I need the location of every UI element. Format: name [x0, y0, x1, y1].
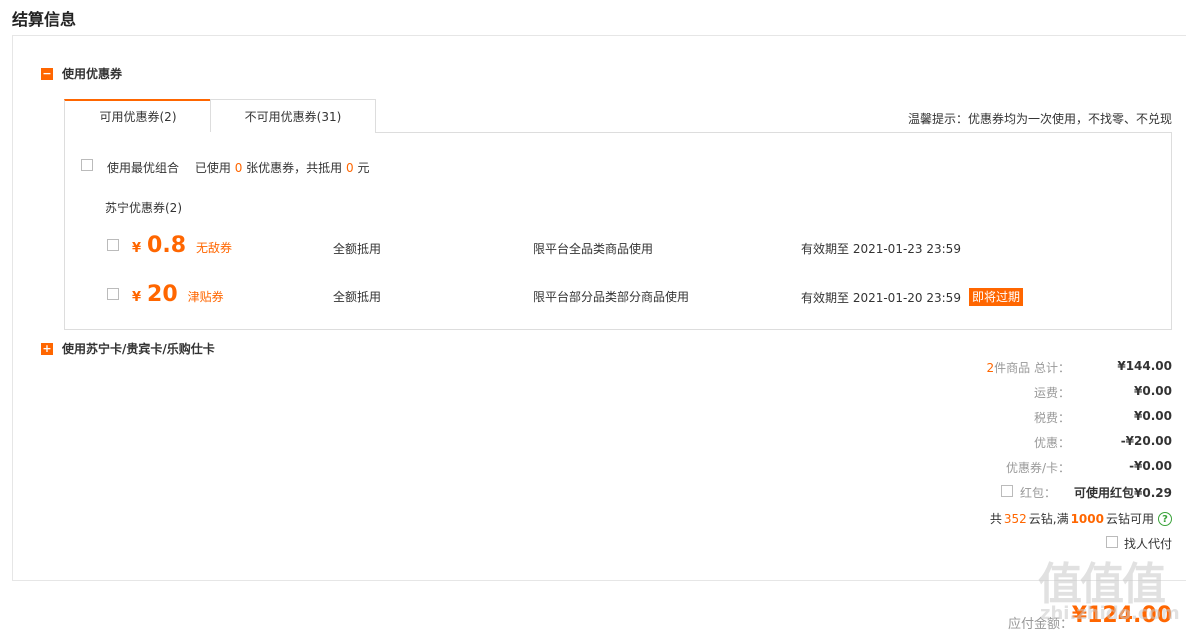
items-total-label: 2件商品 总计：	[850, 359, 1070, 376]
card-section-header[interactable]: + 使用苏宁卡/贵宾卡/乐购仕卡	[41, 340, 215, 357]
coupon-usage: 全额抵用	[333, 242, 382, 256]
discount-value: -¥20.00	[1120, 434, 1172, 448]
pay-for-me-checkbox[interactable]	[1106, 536, 1118, 548]
coupon-checkbox[interactable]	[107, 239, 119, 251]
coupon-card-label: 优惠券/卡：	[1005, 461, 1070, 475]
coupon-amount: ¥ 20 津贴券	[132, 282, 224, 307]
diamonds-row: 共 352 云钻,满 1000 云钻可用 ?	[990, 510, 1172, 527]
diamonds-suffix: 云钻可用	[1105, 512, 1154, 526]
used-prefix: 已使用	[194, 161, 231, 175]
coupon-section-title: 使用优惠券	[62, 67, 123, 81]
shipping-label: 运费：	[1033, 386, 1070, 400]
coupon-validity: 有效期至 2021-01-20 23:59	[801, 290, 961, 305]
tab-unavailable-coupons[interactable]: 不可用优惠券(31)	[210, 99, 376, 132]
expiring-badge: 即将过期	[968, 288, 1023, 306]
items-label: 件商品 总计：	[994, 361, 1070, 375]
coupon-group-title: 苏宁优惠券(2)	[105, 201, 182, 215]
coupon-scope: 限平台部分品类部分商品使用	[533, 290, 690, 304]
items-total: ¥144.00	[1117, 359, 1172, 373]
coupon-section-header[interactable]: − 使用优惠券	[41, 65, 122, 82]
used-count: 0	[234, 161, 243, 175]
coupon-currency: ¥	[132, 290, 142, 305]
coupon-hint: 温馨提示：优惠券均为一次使用，不找零、不兑现	[907, 112, 1172, 126]
diamonds-prefix: 共	[989, 512, 1002, 526]
expand-icon[interactable]: +	[41, 342, 53, 355]
coupon-usage: 全额抵用	[333, 290, 382, 304]
coupon-amount: ¥ 0.8 无敌券	[132, 233, 232, 258]
tax-label: 税费：	[1033, 411, 1070, 425]
used-mid: 张优惠券，共抵用	[246, 161, 343, 175]
coupon-type: 无敌券	[196, 241, 233, 255]
redpacket-value: 可使用红包¥0.29	[1074, 486, 1172, 500]
best-combo-label: 使用最优组合	[107, 161, 180, 175]
diamonds-mid: 云钻,满	[1028, 512, 1069, 526]
coupon-card-value: -¥0.00	[1129, 459, 1172, 473]
coupon-validity: 有效期至 2021-01-23 23:59	[801, 242, 961, 256]
page-title: 结算信息	[12, 10, 77, 29]
best-combo-checkbox[interactable]	[81, 159, 93, 171]
watermark-site: zhi.zhido.com	[1040, 603, 1180, 624]
coupon-value: 0.8	[147, 233, 187, 258]
coupon-type: 津贴券	[187, 290, 224, 304]
discount-label: 优惠：	[1033, 436, 1070, 450]
used-amount: 0	[346, 161, 354, 175]
coupon-currency: ¥	[132, 241, 142, 256]
card-section-title: 使用苏宁卡/贵宾卡/乐购仕卡	[62, 342, 215, 356]
best-combo-row: 使用最优组合 已使用 0 张优惠券，共抵用 0 元	[107, 159, 369, 176]
collapse-icon[interactable]: −	[41, 67, 53, 80]
redpacket-checkbox[interactable]	[1001, 485, 1013, 497]
diamonds-min: 1000	[1070, 511, 1104, 526]
used-suffix: 元	[357, 161, 370, 175]
tax-value: ¥0.00	[1134, 409, 1172, 423]
coupon-validity-row: 有效期至 2021-01-20 23:59 即将过期	[801, 288, 1023, 306]
coupon-checkbox[interactable]	[107, 288, 119, 300]
diamonds-total: 352	[1003, 511, 1027, 526]
shipping-value: ¥0.00	[1134, 384, 1172, 398]
coupon-scope: 限平台全品类商品使用	[533, 242, 654, 256]
tab-available-coupons[interactable]: 可用优惠券(2)	[64, 99, 211, 132]
coupon-value: 20	[147, 282, 178, 307]
help-icon[interactable]: ?	[1158, 511, 1172, 526]
